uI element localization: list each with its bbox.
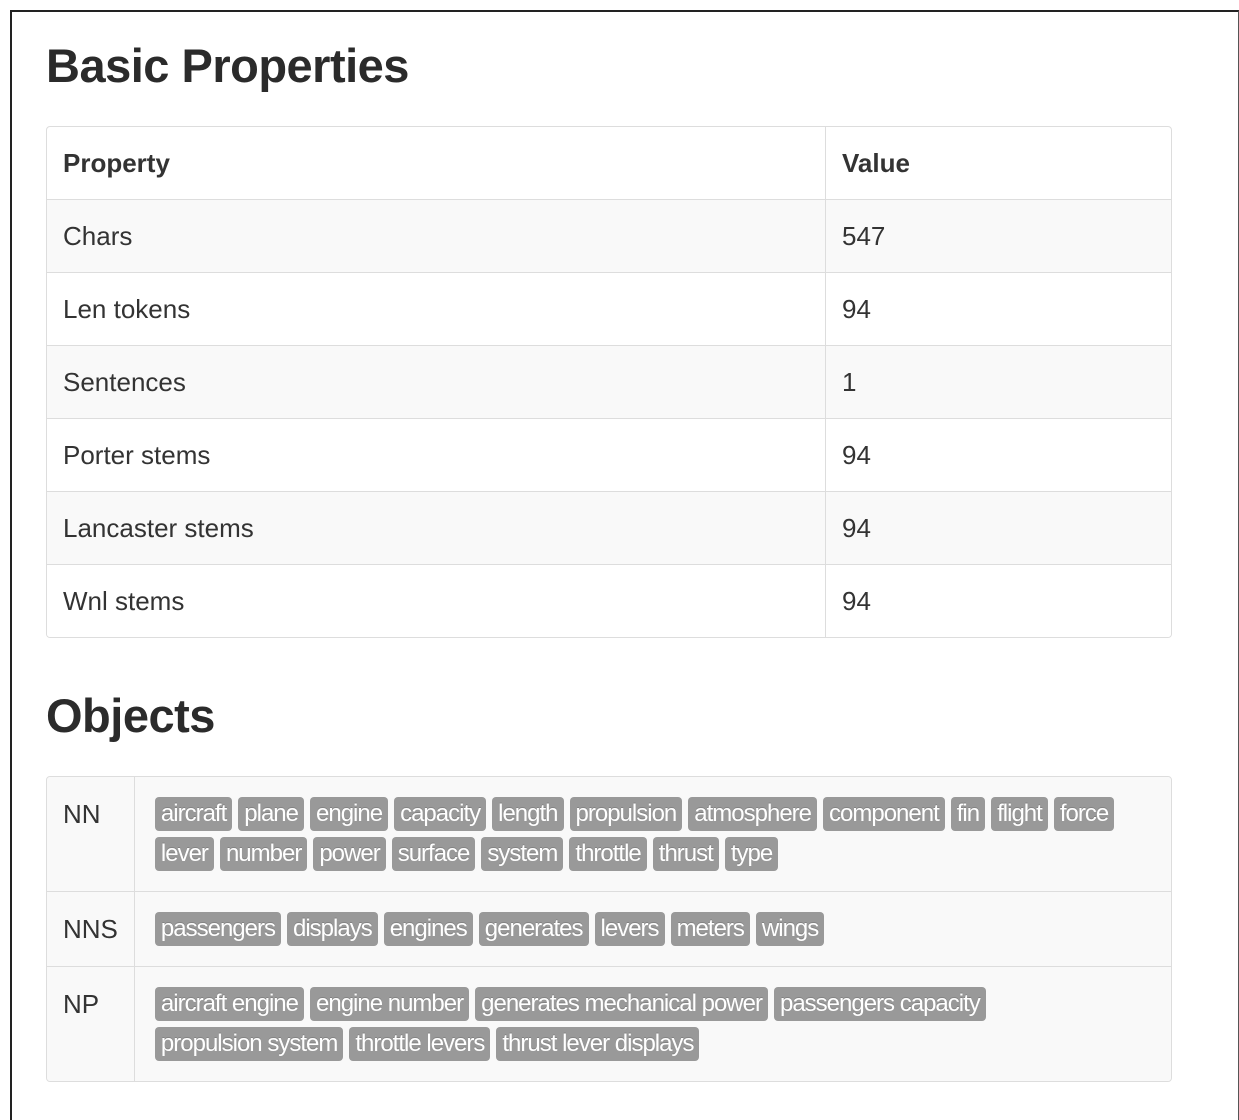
- objects-row-np: NP aircraft engine engine number generates…: [47, 966, 1171, 1081]
- object-labels: aircraft plane engine capacity length propuls…: [134, 777, 1171, 892]
- object-label: passengers: [154, 912, 281, 946]
- object-label: system: [481, 837, 564, 871]
- object-label: thrust lever displays: [496, 1027, 700, 1061]
- objects-row-nns: NNS passengers displays engines generates le…: [47, 891, 1171, 967]
- object-label: propulsion system: [154, 1027, 344, 1061]
- property-cell: Porter stems: [47, 418, 826, 492]
- object-label: length: [492, 797, 564, 831]
- table-row: Chars 547: [47, 199, 1171, 273]
- table-row: Wnl stems 94: [47, 564, 1171, 637]
- property-cell: Lancaster stems: [47, 491, 826, 565]
- table-row: Sentences 1: [47, 345, 1171, 419]
- object-label: propulsion: [569, 797, 683, 831]
- value-cell: 94: [825, 272, 1171, 346]
- value-column-header: Value: [842, 147, 910, 178]
- object-label: fin: [950, 797, 986, 831]
- value-cell: 94: [825, 564, 1171, 637]
- page-frame: Basic Properties Property Value Chars 54…: [10, 10, 1239, 1120]
- property-column-header: Property: [47, 127, 826, 200]
- object-label: displays: [286, 912, 378, 946]
- object-label: surface: [391, 837, 476, 871]
- object-label: capacity: [394, 797, 487, 831]
- property-cell: Len tokens: [47, 272, 826, 346]
- object-label: plane: [238, 797, 304, 831]
- objects-row-nn: NN aircraft plane engine capacity length prop…: [47, 777, 1171, 892]
- object-label: type: [724, 837, 779, 871]
- object-label: engine: [310, 797, 389, 831]
- pos-tag-label: NP: [47, 966, 135, 1081]
- object-label: passengers capacity: [773, 987, 986, 1021]
- value-cell: 94: [825, 491, 1171, 565]
- object-label: meters: [670, 912, 750, 946]
- property-cell: Chars: [47, 199, 826, 273]
- object-label: generates: [478, 912, 589, 946]
- object-label: force: [1053, 797, 1115, 831]
- object-label: levers: [594, 912, 665, 946]
- object-label: power: [313, 837, 386, 871]
- objects-heading: Objects: [46, 689, 215, 742]
- object-label: aircraft: [154, 797, 233, 831]
- object-label: throttle levers: [349, 1027, 491, 1061]
- object-labels: passengers displays engines generates levers…: [134, 891, 1171, 967]
- property-cell: Wnl stems: [47, 564, 826, 637]
- object-label: throttle: [569, 837, 647, 871]
- object-label: generates mechanical power: [475, 987, 768, 1021]
- basic-properties-table: Property Value Chars 547 Len tokens 94 S…: [46, 126, 1172, 638]
- object-label: flight: [991, 797, 1048, 831]
- object-label: lever: [154, 837, 214, 871]
- value-cell: 547: [825, 199, 1171, 273]
- value-cell: 1: [825, 345, 1171, 419]
- value-cell: 94: [825, 418, 1171, 492]
- object-label: component: [823, 797, 945, 831]
- pos-tag-label: NN: [47, 777, 135, 892]
- table-header-row: Property Value: [47, 127, 1171, 200]
- objects-table: NN aircraft plane engine capacity length prop…: [46, 776, 1172, 1082]
- object-label: engine number: [310, 987, 470, 1021]
- property-cell: Sentences: [47, 345, 826, 419]
- object-label: aircraft engine: [154, 987, 304, 1021]
- object-label: number: [219, 837, 308, 871]
- object-label: atmosphere: [688, 797, 818, 831]
- table-row: Lancaster stems 94: [47, 491, 1171, 565]
- object-label: wings: [755, 912, 825, 946]
- object-label: engines: [383, 912, 473, 946]
- table-row: Porter stems 94: [47, 418, 1171, 492]
- basic-properties-heading: Basic Properties: [46, 39, 409, 92]
- object-labels: aircraft engine engine number generates me…: [134, 966, 1171, 1081]
- object-label: thrust: [652, 837, 719, 871]
- pos-tag-label: NNS: [47, 891, 135, 967]
- table-row: Len tokens 94: [47, 272, 1171, 346]
